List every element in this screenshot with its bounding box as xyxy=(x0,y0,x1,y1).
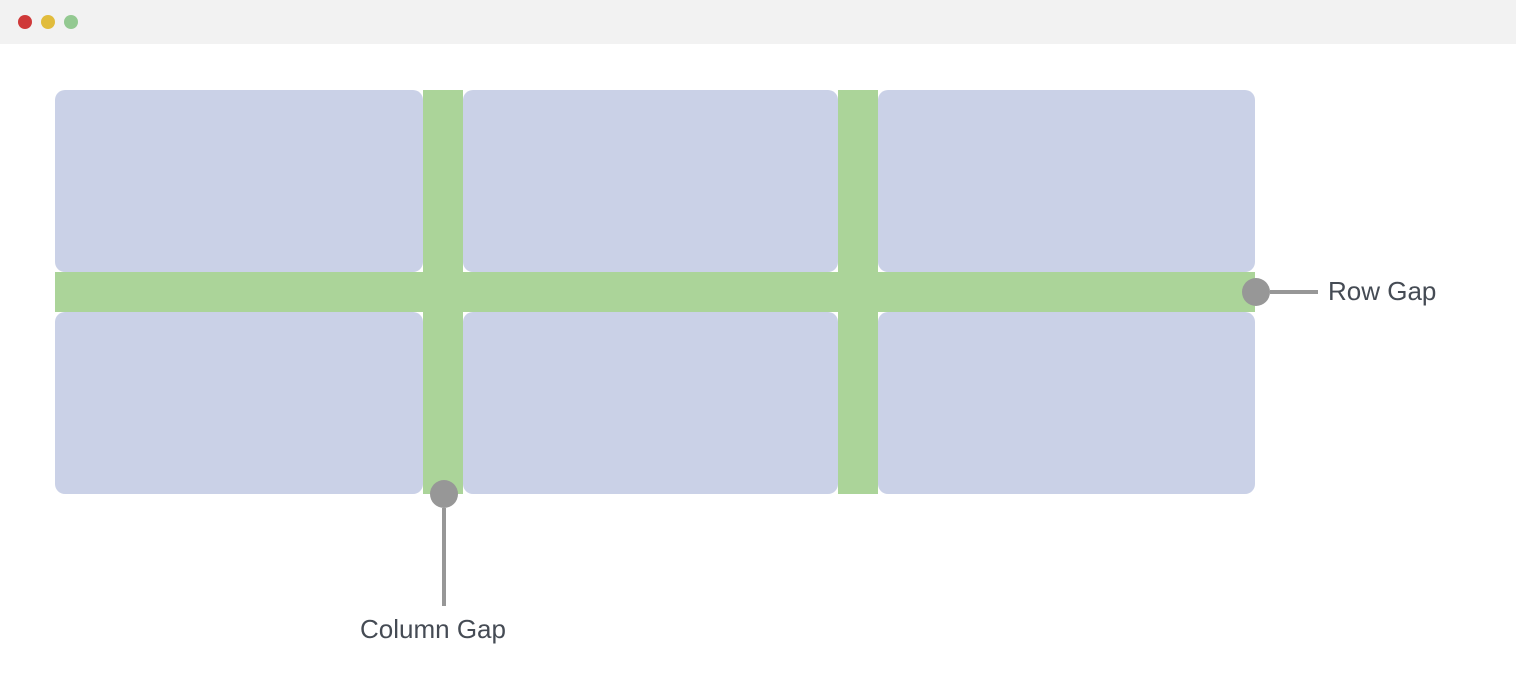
minimize-window-button[interactable] xyxy=(41,15,55,29)
row-gap-highlight xyxy=(55,272,1255,312)
grid-cell xyxy=(55,312,423,494)
grid-cell xyxy=(878,312,1255,494)
zoom-window-button[interactable] xyxy=(64,15,78,29)
grid-cell xyxy=(55,90,423,272)
close-window-button[interactable] xyxy=(18,15,32,29)
column-gap-highlight-2 xyxy=(838,90,878,494)
row-gap-label: Row Gap xyxy=(1328,276,1436,307)
grid-cell xyxy=(463,90,838,272)
row-gap-callout-line xyxy=(1270,290,1318,294)
row-gap-callout-dot-icon xyxy=(1242,278,1270,306)
column-gap-label: Column Gap xyxy=(360,614,506,645)
grid-cell xyxy=(878,90,1255,272)
column-gap-highlight-1 xyxy=(423,90,463,494)
grid-container xyxy=(55,90,1255,494)
column-gap-callout-dot-icon xyxy=(430,480,458,508)
diagram-stage: Row Gap Column Gap xyxy=(0,44,1516,686)
column-gap-callout-line xyxy=(442,508,446,606)
grid-cell xyxy=(463,312,838,494)
window-titlebar xyxy=(0,0,1516,44)
